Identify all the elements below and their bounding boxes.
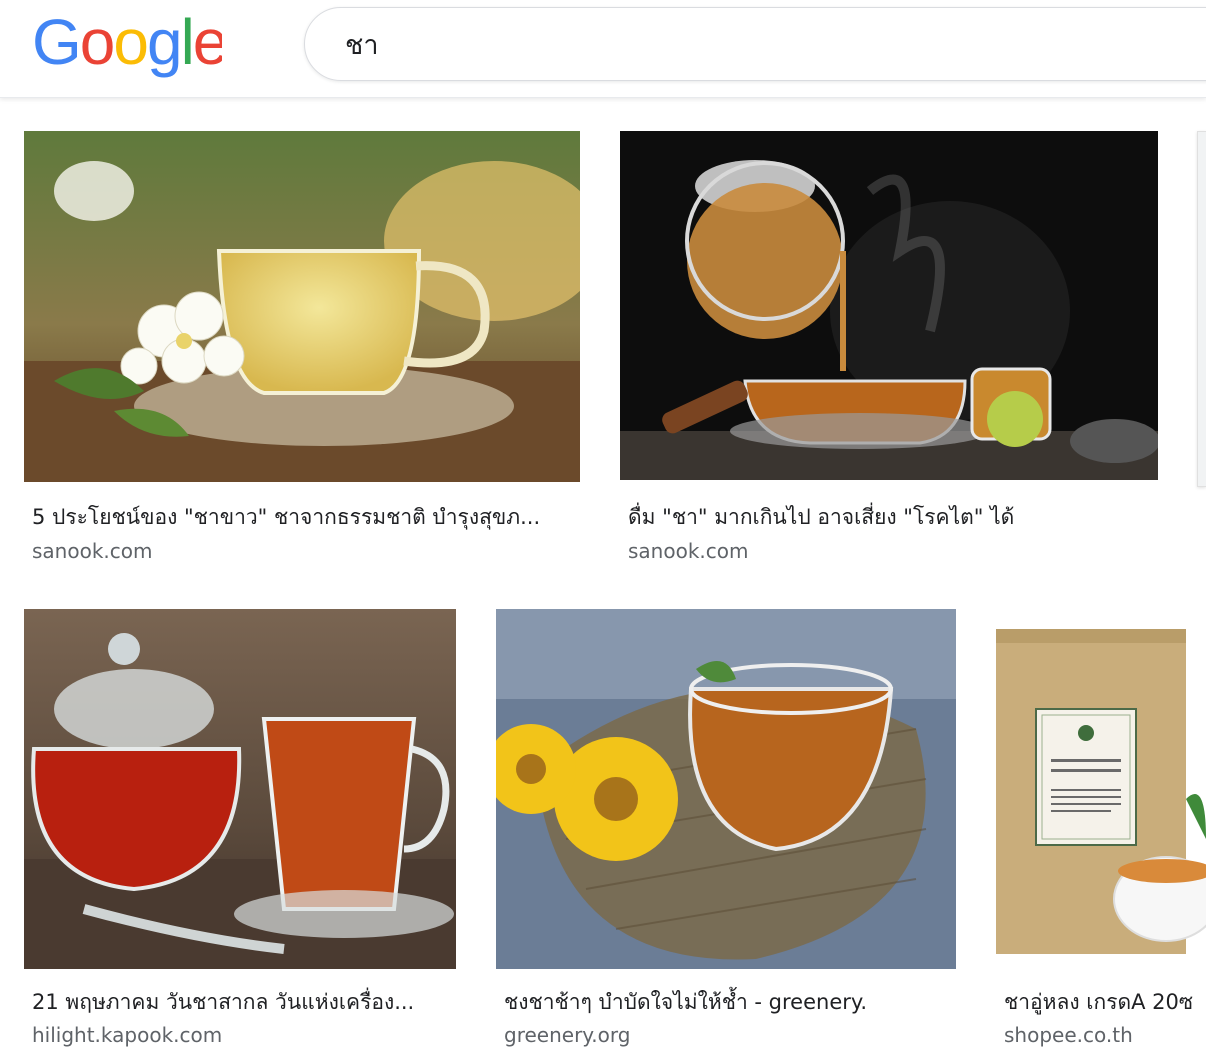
result-title[interactable]: ดื่ม "ชา" มากเกินไป อาจเสี่ยง "โรคไต" ได… (628, 501, 1148, 534)
result-domain: shopee.co.th (1004, 1023, 1133, 1047)
result-domain: sanook.com (32, 539, 153, 563)
result-image-teapot-pouring[interactable] (620, 131, 1158, 480)
result-title[interactable]: 5 ประโยชน์ของ "ชาขาว" ชาจากธรรมชาติ บำรุ… (32, 501, 572, 534)
google-logo[interactable]: Google (32, 8, 222, 78)
search-box[interactable] (304, 7, 1206, 81)
result-domain: greenery.org (504, 1023, 631, 1047)
svg-text:Google: Google (32, 8, 222, 78)
result-image-tea-flowers[interactable] (496, 609, 956, 969)
result-domain: hilight.kapook.com (32, 1023, 223, 1047)
result-title[interactable]: ชงชาช้าๆ บำบัดใจไม่ให้ช้ำ - greenery. (504, 986, 954, 1019)
image-result-card[interactable]: 5 ประโยชน์ของ "ชาขาว" ชาจากธรรมชาติ บำรุ… (24, 131, 580, 571)
result-title[interactable]: ชาอู่หลง เกรดA 20ซ (1004, 986, 1206, 1019)
image-result-card[interactable]: 21 พฤษภาคม วันชาสากล วันแห่งเครื่อง... h… (24, 609, 456, 1058)
result-domain: sanook.com (628, 539, 749, 563)
result-image-glass-teapot[interactable] (24, 609, 456, 969)
search-input[interactable] (345, 24, 1185, 64)
image-result-card[interactable]: ชาอู่หลง เกรดA 20ซ shopee.co.th (996, 609, 1206, 1058)
image-result-card[interactable]: ดื่ม "ชา" มากเกินไป อาจเสี่ยง "โรคไต" ได… (620, 131, 1158, 571)
image-result-card[interactable]: ชงชาช้าๆ บำบัดใจไม่ให้ช้ำ - greenery. gr… (496, 609, 956, 1058)
result-title[interactable]: 21 พฤษภาคม วันชาสากล วันแห่งเครื่อง... (32, 986, 452, 1019)
header-bar: Google (0, 0, 1206, 98)
offscreen-result-card[interactable] (1197, 131, 1206, 487)
result-image-jasmine-tea[interactable] (24, 131, 580, 482)
result-image-oolong-package[interactable] (996, 609, 1206, 969)
